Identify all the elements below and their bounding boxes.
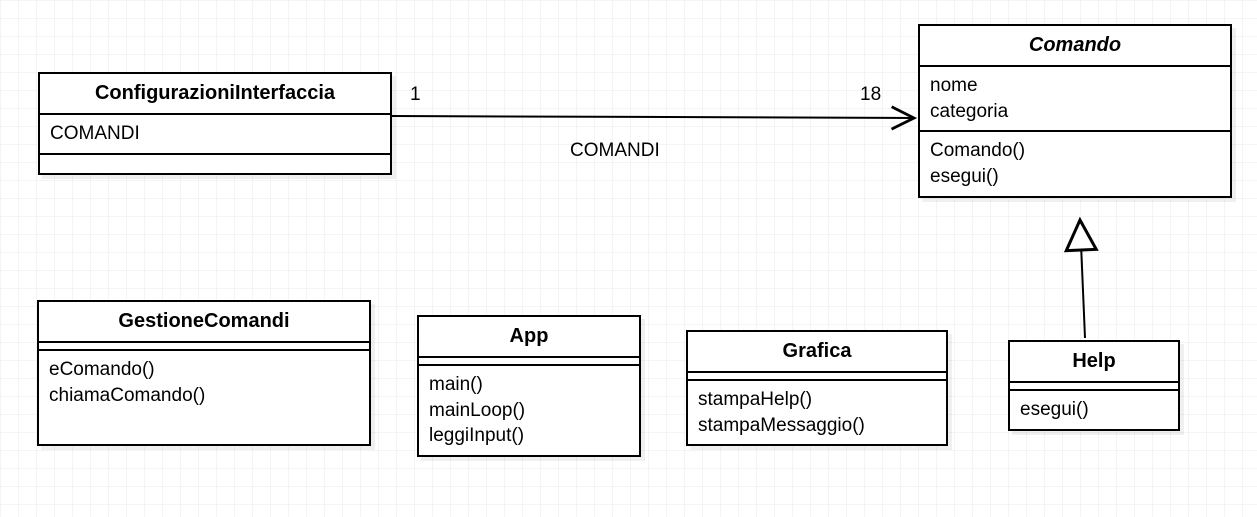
op: mainLoop() <box>429 398 629 424</box>
op: eComando() <box>49 357 359 383</box>
class-app: App main() mainLoop() leggiInput() <box>417 315 641 457</box>
class-help: Help esegui() <box>1008 340 1180 431</box>
op: esegui() <box>930 164 1220 190</box>
class-attrs <box>39 343 369 351</box>
class-attrs <box>688 373 946 381</box>
op: stampaMessaggio() <box>698 413 936 439</box>
class-ops: main() mainLoop() leggiInput() <box>419 366 639 455</box>
attr: categoria <box>930 99 1220 125</box>
class-name: Help <box>1010 342 1178 383</box>
class-name: Grafica <box>688 332 946 373</box>
class-grafica: Grafica stampaHelp() stampaMessaggio() <box>686 330 948 446</box>
class-ops: Comando() esegui() <box>920 132 1230 195</box>
op: esegui() <box>1020 397 1168 423</box>
class-attrs: COMANDI <box>40 115 390 155</box>
class-ops: esegui() <box>1010 391 1178 429</box>
gen-help-comando-line <box>1080 220 1085 338</box>
class-attrs: nome categoria <box>920 67 1230 132</box>
assoc-label: COMANDI <box>570 140 660 162</box>
attr: nome <box>930 73 1220 99</box>
op: leggiInput() <box>429 423 629 449</box>
class-configurazioni-interfaccia: ConfigurazioniInterfaccia COMANDI <box>38 72 392 175</box>
op: main() <box>429 372 629 398</box>
class-name: ConfigurazioniInterfaccia <box>40 74 390 115</box>
attr: COMANDI <box>50 121 380 147</box>
assoc-mult-target: 18 <box>860 84 881 106</box>
class-name: App <box>419 317 639 358</box>
op: Comando() <box>930 138 1220 164</box>
class-gestione-comandi: GestioneComandi eComando() chiamaComando… <box>37 300 371 446</box>
class-name: Comando <box>920 26 1230 67</box>
class-name: GestioneComandi <box>39 302 369 343</box>
op: stampaHelp() <box>698 387 936 413</box>
assoc-mult-source: 1 <box>410 84 421 106</box>
class-ops <box>40 155 390 173</box>
class-ops: eComando() chiamaComando() <box>39 351 369 444</box>
class-ops: stampaHelp() stampaMessaggio() <box>688 381 946 444</box>
class-attrs <box>419 358 639 366</box>
class-attrs <box>1010 383 1178 391</box>
class-comando: Comando nome categoria Comando() esegui(… <box>918 24 1232 198</box>
op: chiamaComando() <box>49 383 359 409</box>
assoc-comandi-line <box>392 116 914 118</box>
